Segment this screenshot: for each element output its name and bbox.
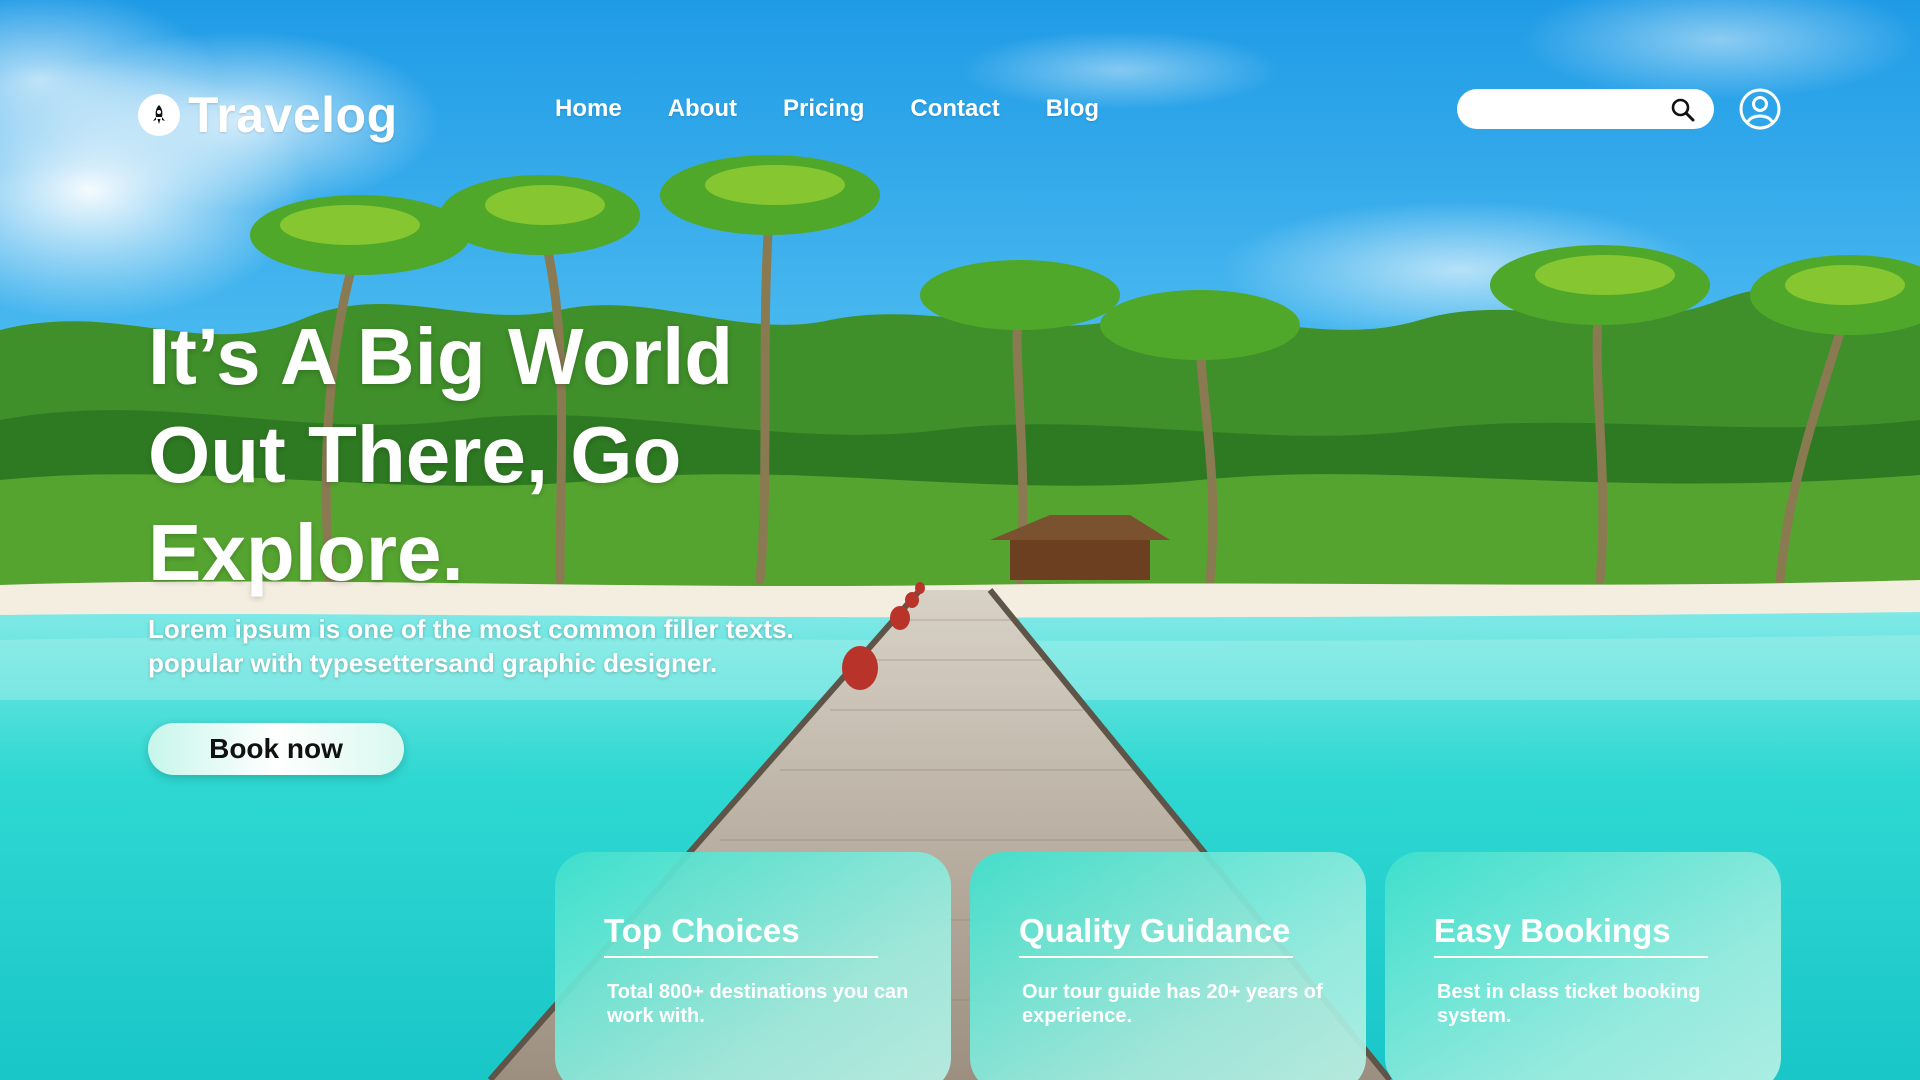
card-divider [1019,956,1293,958]
card-description: Our tour guide has 20+ years of experien… [1022,981,1323,1027]
book-now-button[interactable]: Book now [148,723,404,775]
card-background [1385,852,1781,1080]
nav-pricing-link[interactable]: Pricing [783,95,864,123]
hero-subtitle: Lorem ipsum is one of the most common fi… [148,612,1048,680]
card-divider [604,956,878,958]
nav-home-link[interactable]: Home [555,95,622,123]
card-divider [1434,956,1708,958]
user-circle-icon[interactable] [1739,88,1781,130]
card-background [555,852,951,1080]
nav-blog-link[interactable]: Blog [1046,95,1099,123]
search-input[interactable] [1475,97,1679,121]
hero-title-line: Explore. [148,508,464,597]
hero-subtitle-line: popular with typesettersand graphic desi… [148,648,718,678]
card-description: Total 800+ destinations you can work wit… [607,981,909,1027]
feature-card-easy-bookings: Easy Bookings Best in class ticket booki… [1385,852,1781,1080]
card-title: Quality Guidance [1019,912,1291,949]
landing-page: Travelog Home About Pricing Contact Blog… [0,0,1920,1080]
main-nav: Home About Pricing Contact Blog [555,95,1099,123]
nav-about-link[interactable]: About [668,95,737,123]
feature-card-top-choices: Top Choices Total 800+ destinations you … [555,852,951,1080]
hero-subtitle-line: Lorem ipsum is one of the most common fi… [148,614,794,644]
feature-card-quality-guidance: Quality Guidance Our tour guide has 20+ … [970,852,1366,1080]
card-background [970,852,1366,1080]
search-bar [1457,89,1714,129]
brand-logo[interactable]: Travelog [138,86,398,144]
hero-title: It’s A Big World Out There, Go Explore. [148,308,968,602]
rocket-icon [138,94,180,136]
hero-title-line: Out There, Go [148,410,682,499]
search-icon[interactable] [1670,97,1696,123]
card-title: Top Choices [604,912,800,949]
card-title: Easy Bookings [1434,912,1671,949]
card-description: Best in class ticket booking system. [1437,981,1701,1027]
hero-title-line: It’s A Big World [148,312,734,401]
nav-contact-link[interactable]: Contact [910,95,999,123]
brand-name: Travelog [188,87,398,143]
